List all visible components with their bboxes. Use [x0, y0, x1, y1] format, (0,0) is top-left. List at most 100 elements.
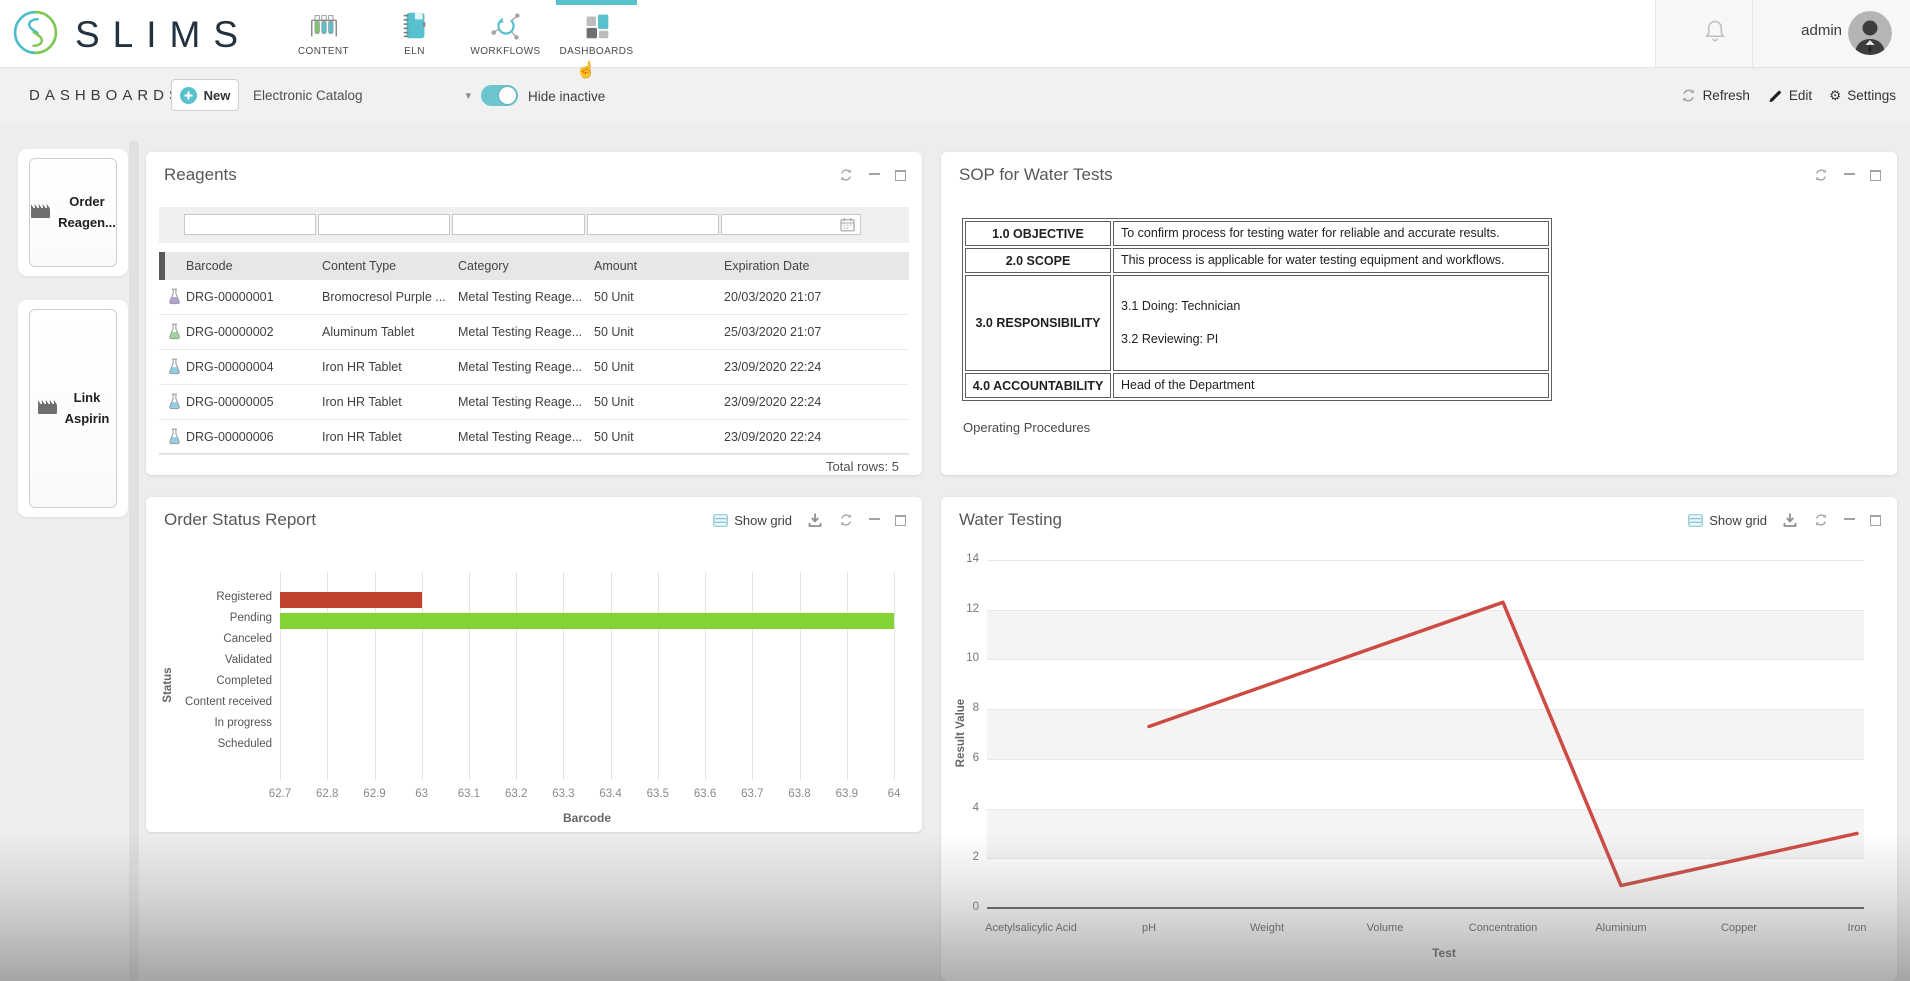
x-tick-label: 63	[415, 788, 429, 800]
cell-amount: 50 Unit	[594, 360, 634, 374]
bell-icon	[1701, 17, 1729, 50]
x-tick-label: 63.3	[552, 788, 575, 800]
panel-maximize-icon[interactable]	[1870, 169, 1881, 181]
panel-maximize-icon[interactable]	[895, 169, 906, 181]
table-row[interactable]: DRG-00000006 Iron HR Tablet Metal Testing …	[159, 420, 909, 455]
nav-item-eln[interactable]: ELN	[369, 0, 460, 67]
sop-content: To confirm process for testing water for…	[1113, 221, 1549, 246]
sop-heading: 3.0 RESPONSIBILITY	[965, 275, 1111, 371]
sop-row: 4.0 ACCOUNTABILITY Head of the Department	[965, 373, 1549, 398]
cell-category: Metal Testing Reage...	[458, 325, 583, 339]
x-tick-label: 63.9	[835, 788, 858, 800]
nav-item-content[interactable]: CONTENT	[278, 0, 369, 67]
nav-item-dashboards[interactable]: DASHBOARDS	[551, 0, 642, 67]
cell-barcode: DRG-00000006	[186, 430, 274, 444]
avatar[interactable]	[1848, 11, 1892, 55]
refresh-button[interactable]: Refresh	[1680, 87, 1750, 104]
sidebar-scrollbar[interactable]	[129, 140, 139, 981]
cell-content-type: Aluminum Tablet	[322, 325, 415, 339]
panel-refresh-icon[interactable]	[1813, 167, 1829, 183]
sop-content: This process is applicable for water tes…	[1113, 248, 1549, 273]
header-accent	[159, 252, 165, 280]
table-header-row: Barcode Content Type Category Amount Exp…	[159, 252, 909, 280]
pencil-icon	[1769, 90, 1781, 102]
edit-button[interactable]: Edit	[1767, 88, 1812, 104]
refresh-label: Refresh	[1702, 88, 1750, 103]
cell-barcode: DRG-00000005	[186, 395, 274, 409]
panel-title: SOP for Water Tests	[959, 165, 1113, 184]
table-row[interactable]: DRG-00000001 Bromocresol Purple ... Metal …	[159, 280, 909, 315]
cell-amount: 50 Unit	[594, 325, 634, 339]
filter-content-type-input[interactable]	[318, 214, 450, 235]
slims-logo[interactable]: SLIMS	[12, 9, 251, 61]
new-dashboard-button[interactable]: New	[171, 79, 239, 111]
cell-category: Metal Testing Reage...	[458, 360, 583, 374]
sop-heading: 4.0 ACCOUNTABILITY	[965, 373, 1111, 398]
gridline	[705, 572, 707, 780]
card-label: Order Reagen...	[58, 194, 116, 230]
dashboards-toolbar: DASHBOARDS New Electronic Catalog ▾ Hide…	[0, 68, 1910, 123]
cell-content-type: Iron HR Tablet	[322, 395, 402, 409]
y-axis-title: Status	[162, 667, 174, 703]
bar-pending[interactable]	[280, 612, 894, 629]
sop-row: 2.0 SCOPE This process is applicable for …	[965, 248, 1549, 273]
username[interactable]: admin	[1801, 22, 1842, 39]
table-row[interactable]: DRG-00000004 Iron HR Tablet Metal Testing …	[159, 350, 909, 385]
x-tick-label: 63.7	[741, 788, 764, 800]
operating-procedures-link[interactable]: Operating Procedures	[963, 420, 1090, 435]
panel-refresh-icon[interactable]	[838, 167, 854, 183]
cell-barcode: DRG-00000004	[186, 360, 274, 374]
table-row[interactable]: DRG-00000005 Iron HR Tablet Metal Testing …	[159, 385, 909, 420]
filter-barcode-input[interactable]	[184, 214, 316, 235]
hide-inactive-label: Hide inactive	[528, 89, 606, 104]
sop-table: 1.0 OBJECTIVE To confirm process for test…	[962, 218, 1552, 401]
sop-content: Head of the Department	[1113, 373, 1549, 398]
column-header[interactable]: Content Type	[322, 252, 396, 280]
gridline	[468, 572, 470, 780]
panel-minimize-icon[interactable]	[869, 172, 880, 178]
cell-barcode: DRG-00000001	[186, 290, 274, 304]
panel-minimize-icon[interactable]	[1844, 172, 1855, 178]
filter-amount-input[interactable]	[587, 214, 719, 235]
settings-label: Settings	[1847, 88, 1896, 103]
toolbar-actions: Refresh Edit ⚙ Settings	[1680, 68, 1896, 123]
cell-content-type: Iron HR Tablet	[322, 360, 402, 374]
dashboard-select[interactable]: Electronic Catalog ▾	[253, 79, 471, 111]
calendar-icon[interactable]	[840, 217, 855, 232]
nav-item-workflows[interactable]: WORKFLOWS	[460, 0, 551, 67]
water-testing-panel: Water Testing Show grid 14 12 10 8 6 4 2 0 Acety…	[941, 497, 1897, 981]
table-row[interactable]: DRG-00000002 Aluminum Tablet Metal Testing…	[159, 315, 909, 350]
filter-category-input[interactable]	[452, 214, 585, 235]
order-reagents-shortcut[interactable]: Order Reagen...	[29, 158, 117, 267]
column-header[interactable]: Category	[458, 252, 509, 280]
cell-amount: 50 Unit	[594, 395, 634, 409]
x-tick-label: 63.8	[788, 788, 811, 800]
cell-category: Metal Testing Reage...	[458, 290, 583, 304]
column-header[interactable]: Barcode	[186, 252, 233, 280]
column-header[interactable]: Amount	[594, 252, 637, 280]
gridline	[894, 572, 895, 780]
sop-panel: SOP for Water Tests 1.0 OBJECTIVE To conf…	[941, 152, 1897, 475]
test-tubes-icon	[307, 7, 341, 45]
gridline	[657, 572, 659, 780]
cell-expiration: 23/09/2020 22:24	[724, 430, 822, 444]
notifications-button[interactable]	[1678, 0, 1753, 66]
flask-icon	[167, 428, 182, 445]
gridline	[799, 572, 801, 780]
gridline	[846, 572, 848, 780]
top-bar: SLIMS CONTENT ELN WORKFLOWS DASHBOARDS a…	[0, 0, 1910, 68]
cell-content-type: Bromocresol Purple ...	[322, 290, 446, 304]
settings-button[interactable]: ⚙ Settings	[1829, 88, 1896, 103]
primary-nav: CONTENT ELN WORKFLOWS DASHBOARDS	[278, 0, 642, 67]
table-footer-divider	[159, 453, 909, 454]
clapper-icon	[37, 397, 58, 420]
hide-inactive-toggle[interactable]	[481, 85, 518, 106]
panel-controls	[1813, 165, 1881, 185]
reagents-table-body: DRG-00000001 Bromocresol Purple ... Metal …	[159, 280, 909, 455]
y-category-label: Canceled	[223, 633, 272, 645]
clapper-icon	[30, 201, 51, 224]
link-aspirin-shortcut[interactable]: Link Aspirin	[29, 309, 117, 508]
bar-registered[interactable]	[280, 591, 422, 608]
column-header[interactable]: Expiration Date	[724, 252, 809, 280]
card-label: Link Aspirin	[64, 390, 110, 426]
